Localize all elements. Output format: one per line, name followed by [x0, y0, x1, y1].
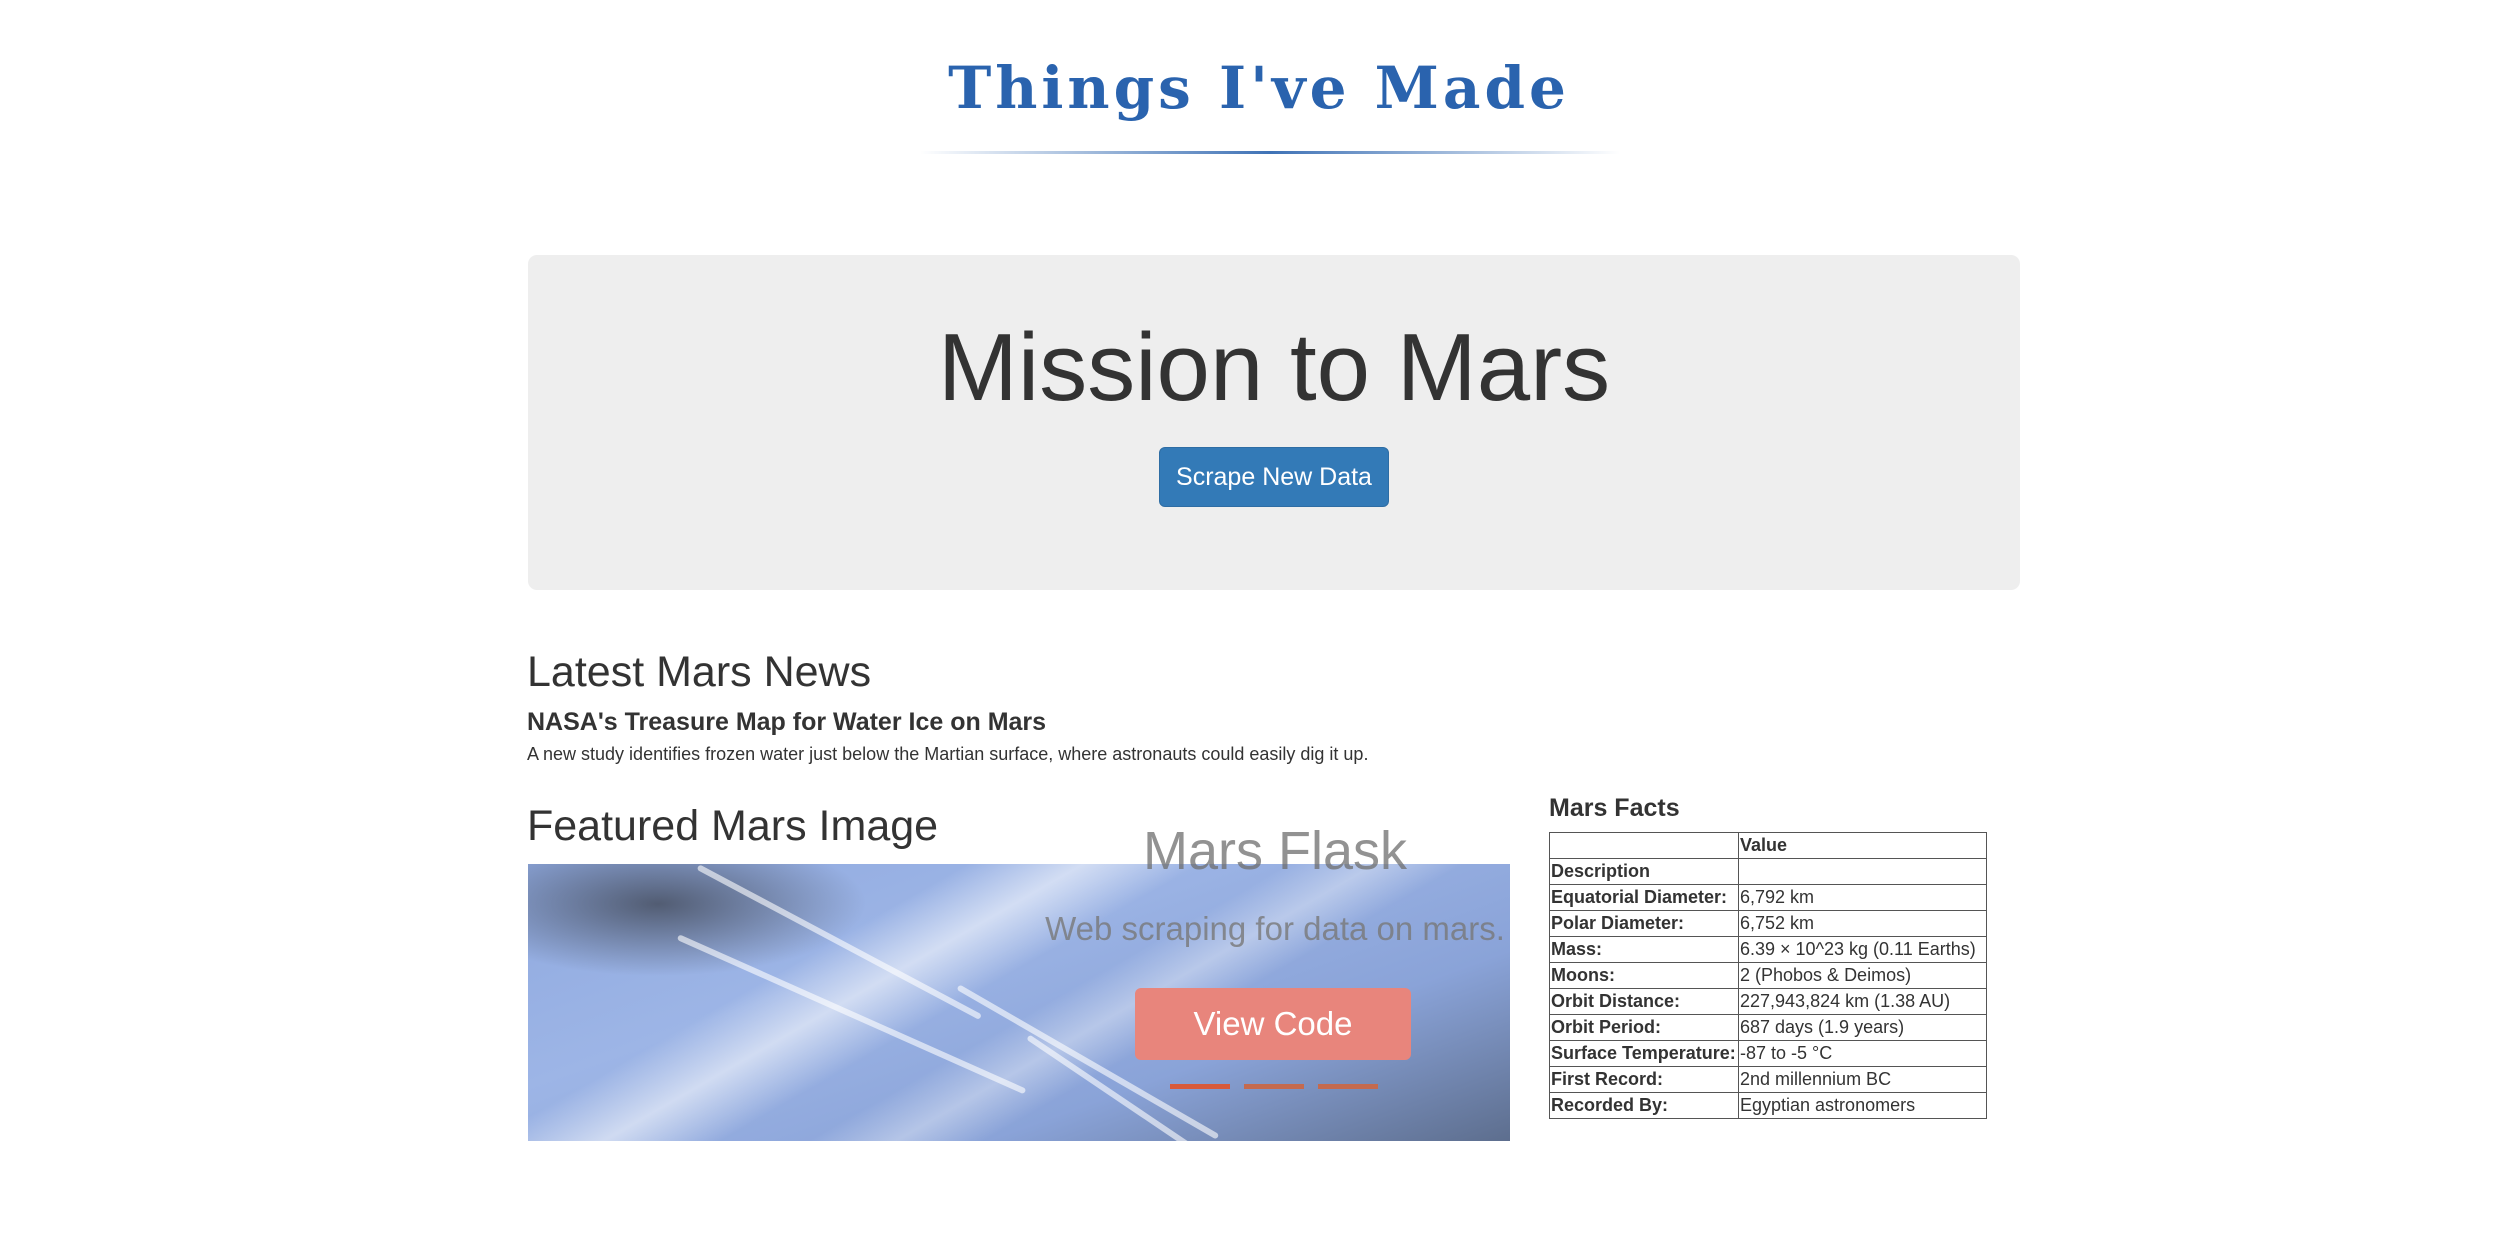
table-row: Equatorial Diameter: 6,792 km — [1549, 884, 1987, 911]
fact-value: 227,943,824 km (1.38 AU) — [1738, 988, 1987, 1015]
table-header-cell — [1549, 832, 1739, 859]
fact-value: 687 days (1.9 years) — [1738, 1014, 1987, 1041]
table-index-row: Description — [1549, 858, 1987, 885]
carousel: Mars Flask Web scraping for data on mars… — [1040, 820, 1510, 1100]
scrape-new-data-button[interactable]: Scrape New Data — [1159, 447, 1389, 507]
fact-label: Orbit Period: — [1549, 1014, 1739, 1041]
carousel-indicator-1[interactable] — [1170, 1084, 1230, 1089]
fact-label: Orbit Distance: — [1549, 988, 1739, 1015]
fact-label: Surface Temperature: — [1549, 1040, 1739, 1067]
fact-label: Equatorial Diameter: — [1549, 884, 1739, 911]
table-row: First Record: 2nd millennium BC — [1549, 1066, 1987, 1093]
fact-value: 2 (Phobos & Deimos) — [1738, 962, 1987, 989]
table-header-row: Value — [1549, 832, 1987, 859]
fact-value: 6,792 km — [1738, 884, 1987, 911]
view-code-button[interactable]: View Code — [1135, 988, 1411, 1060]
fact-label: Polar Diameter: — [1549, 910, 1739, 937]
page-title: Mission to Mars — [937, 314, 1611, 421]
table-cell — [1738, 858, 1987, 885]
mars-facts-table: Value Description Equatorial Diameter: 6,… — [1549, 832, 1987, 1119]
carousel-title: Mars Flask — [1142, 821, 1407, 881]
site-title: Things I've Made — [948, 54, 1570, 122]
table-row: Polar Diameter: 6,752 km — [1549, 910, 1987, 937]
table-row: Moons: 2 (Phobos & Deimos) — [1549, 962, 1987, 989]
table-row: Recorded By: Egyptian astronomers — [1549, 1092, 1987, 1119]
fact-label: Mass: — [1549, 936, 1739, 963]
fact-label: First Record: — [1549, 1066, 1739, 1093]
fact-value: 6.39 × 10^23 kg (0.11 Earths) — [1738, 936, 1987, 963]
news-heading: Latest Mars News — [527, 648, 872, 696]
carousel-indicator-2[interactable] — [1244, 1084, 1304, 1089]
table-row: Surface Temperature: -87 to -5 °C — [1549, 1040, 1987, 1067]
jumbotron: Mission to Mars Scrape New Data — [528, 255, 2020, 590]
table-row: Mass: 6.39 × 10^23 kg (0.11 Earths) — [1549, 936, 1987, 963]
fact-value: 2nd millennium BC — [1738, 1066, 1987, 1093]
fact-value: -87 to -5 °C — [1738, 1040, 1987, 1067]
fact-label: Recorded By: — [1549, 1092, 1739, 1119]
table-header-cell: Value — [1738, 832, 1987, 859]
table-row: Orbit Period: 687 days (1.9 years) — [1549, 1014, 1987, 1041]
carousel-subtitle: Web scraping for data on mars. — [1045, 910, 1505, 947]
news-title: NASA's Treasure Map for Water Ice on Mar… — [527, 708, 1047, 736]
featured-image-heading: Featured Mars Image — [527, 802, 939, 850]
title-divider — [920, 151, 1620, 154]
carousel-indicator-3[interactable] — [1318, 1084, 1378, 1089]
table-row: Orbit Distance: 227,943,824 km (1.38 AU) — [1549, 988, 1987, 1015]
news-teaser: A new study identifies frozen water just… — [527, 744, 1369, 764]
fact-label: Moons: — [1549, 962, 1739, 989]
cloud-streak — [696, 864, 982, 1020]
table-index-label: Description — [1549, 858, 1739, 885]
mars-facts-heading: Mars Facts — [1549, 794, 1680, 822]
fact-value: Egyptian astronomers — [1738, 1092, 1987, 1119]
fact-value: 6,752 km — [1738, 910, 1987, 937]
